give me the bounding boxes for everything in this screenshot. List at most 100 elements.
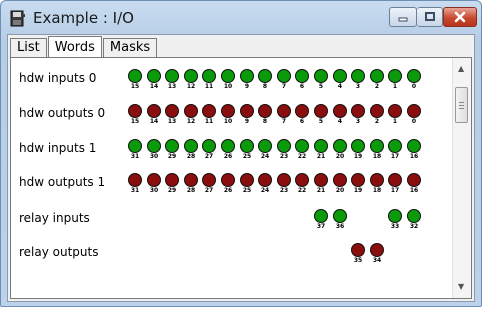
led-indicator — [221, 139, 235, 153]
bit-number-label: 23 — [279, 187, 289, 194]
bit-number-label: 10 — [223, 118, 233, 125]
led-indicator — [407, 173, 421, 187]
led-indicator — [277, 139, 291, 153]
led-indicator — [165, 139, 179, 153]
led-indicator — [295, 104, 309, 118]
bit-number-label: 9 — [244, 118, 250, 125]
bit-number-label: 0 — [411, 83, 417, 90]
bit-number-label: 15 — [130, 83, 140, 90]
maximize-button[interactable] — [417, 7, 443, 27]
led-indicator — [165, 69, 179, 83]
vertical-scrollbar[interactable]: ▲ ▼ — [452, 58, 471, 298]
led-indicator — [351, 173, 365, 187]
bit-number-label: 3 — [355, 83, 361, 90]
led-indicator — [407, 139, 421, 153]
led-indicator — [407, 104, 421, 118]
led-indicator — [351, 243, 365, 257]
led-indicator — [184, 104, 198, 118]
bit-number-label: 28 — [186, 153, 196, 160]
minimize-button[interactable] — [389, 7, 417, 27]
words-panel: ▲ ▼ hdw inputs 0 15 14 13 12 11 10 9 8 7 6 5 4 3 2 1 0 hd… — [10, 57, 472, 299]
led-indicator — [351, 139, 365, 153]
bit-number-label: 15 — [130, 118, 140, 125]
scroll-thumb[interactable] — [455, 87, 468, 123]
led-indicator — [388, 104, 402, 118]
led-indicator — [147, 69, 161, 83]
bit-number-label: 18 — [372, 187, 382, 194]
led-indicator — [258, 69, 272, 83]
led-indicator — [147, 104, 161, 118]
bit-number-label: 27 — [204, 153, 214, 160]
led-indicator — [314, 104, 328, 118]
bit-number-label: 20 — [335, 153, 345, 160]
led-indicator — [407, 209, 421, 223]
bit-number-label: 2 — [374, 83, 380, 90]
led-indicator — [370, 173, 384, 187]
led-indicator — [314, 139, 328, 153]
bit-number-label: 31 — [130, 187, 140, 194]
led-indicator — [333, 173, 347, 187]
bit-number-label: 29 — [167, 153, 177, 160]
grip-line — [459, 108, 464, 109]
bit-number-label: 17 — [390, 153, 400, 160]
tab-words[interactable]: Words — [47, 36, 102, 58]
bit-number-label: 29 — [167, 187, 177, 194]
bit-number-label: 20 — [335, 187, 345, 194]
led-indicator — [333, 139, 347, 153]
bit-number-label: 14 — [149, 118, 159, 125]
tab-masks[interactable]: Masks — [102, 38, 158, 57]
bit-number-label: 28 — [186, 187, 196, 194]
tab-list[interactable]: List — [10, 38, 47, 57]
bit-number-label: 21 — [316, 153, 326, 160]
bit-number-label: 30 — [149, 153, 159, 160]
bit-number-label: 2 — [374, 118, 380, 125]
bit-number-label: 9 — [244, 83, 250, 90]
bit-number-label: 6 — [299, 83, 305, 90]
scroll-up-arrow-icon[interactable]: ▲ — [458, 64, 464, 73]
bit-number-label: 19 — [353, 153, 363, 160]
tab-strip: List Words Masks — [10, 36, 158, 58]
close-button[interactable] — [443, 7, 477, 27]
scroll-down-arrow-icon[interactable]: ▼ — [458, 282, 464, 291]
bit-number-label: 10 — [223, 83, 233, 90]
bit-number-label: 1 — [392, 83, 398, 90]
led-indicator — [202, 69, 216, 83]
led-indicator — [184, 69, 198, 83]
bit-number-label: 22 — [297, 153, 307, 160]
led-indicator — [277, 69, 291, 83]
led-indicator — [314, 69, 328, 83]
close-icon — [454, 11, 466, 23]
led-indicator — [370, 69, 384, 83]
bit-number-label: 12 — [186, 118, 196, 125]
bit-number-label: 7 — [281, 118, 287, 125]
row-label: relay inputs — [19, 211, 90, 225]
bit-number-label: 4 — [337, 118, 343, 125]
led-indicator — [351, 104, 365, 118]
led-indicator — [277, 173, 291, 187]
led-indicator — [333, 209, 347, 223]
led-indicator — [128, 139, 142, 153]
led-indicator — [128, 69, 142, 83]
title-bar[interactable]: Example : I/O — [1, 1, 481, 35]
led-indicator — [388, 69, 402, 83]
row-label: hdw inputs 1 — [19, 141, 97, 155]
led-indicator — [258, 104, 272, 118]
bit-number-label: 16 — [409, 153, 419, 160]
bit-number-label: 37 — [316, 223, 326, 230]
led-indicator — [370, 104, 384, 118]
bit-number-label: 24 — [260, 187, 270, 194]
bit-number-label: 6 — [299, 118, 305, 125]
led-indicator — [333, 69, 347, 83]
led-indicator — [147, 139, 161, 153]
bit-number-label: 32 — [409, 223, 419, 230]
led-indicator — [221, 173, 235, 187]
led-indicator — [240, 104, 254, 118]
led-indicator — [240, 69, 254, 83]
led-indicator — [240, 173, 254, 187]
bit-number-label: 26 — [223, 187, 233, 194]
led-indicator — [202, 173, 216, 187]
bit-number-label: 12 — [186, 83, 196, 90]
row-label: hdw inputs 0 — [19, 71, 97, 85]
led-indicator — [277, 104, 291, 118]
bit-number-label: 18 — [372, 153, 382, 160]
